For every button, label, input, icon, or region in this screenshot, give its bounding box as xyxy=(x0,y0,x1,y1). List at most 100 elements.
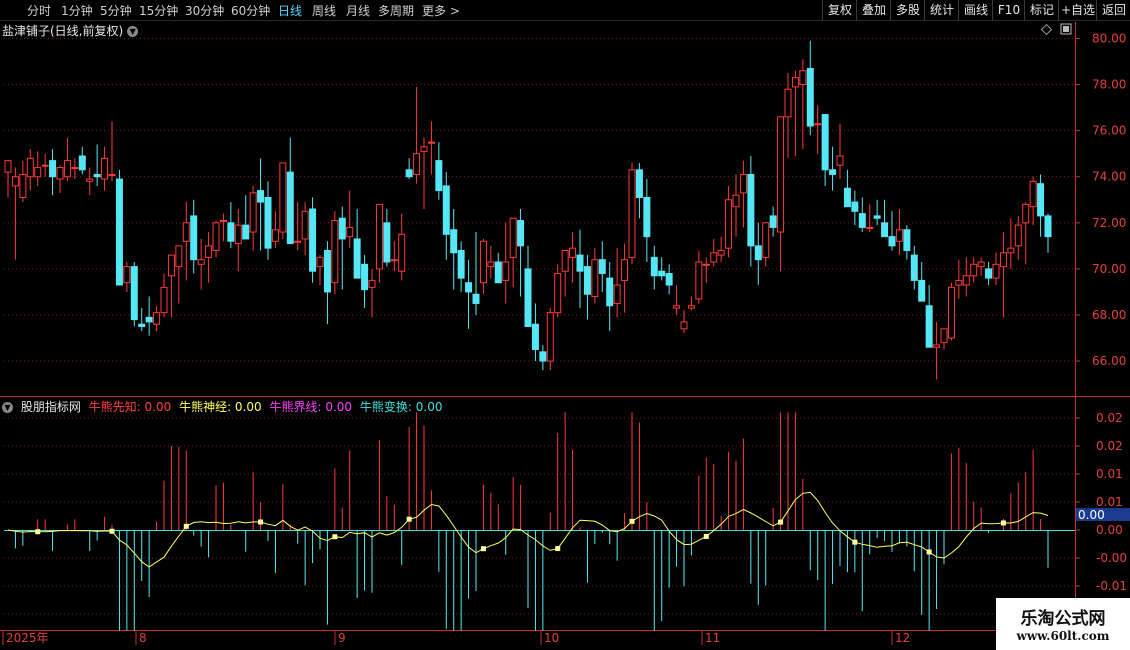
watermark: 乐淘公式网 www.60lt.com xyxy=(996,598,1130,650)
time-axis-label: 9 xyxy=(338,631,346,645)
candle-body xyxy=(910,254,918,281)
price-tick-label: 66.00 xyxy=(1092,354,1126,368)
candle-body xyxy=(41,164,49,167)
candle-body xyxy=(992,263,1000,279)
candle-body xyxy=(710,252,718,263)
indicator-marker xyxy=(926,549,932,555)
indicator-marker xyxy=(778,519,784,525)
candle-body xyxy=(160,286,168,314)
candle-body xyxy=(858,213,866,228)
indicator-marker xyxy=(109,528,115,534)
candle-body xyxy=(219,220,227,223)
price-tick-label: 76.00 xyxy=(1092,124,1126,138)
indicator-marker xyxy=(852,539,858,545)
candle-body xyxy=(1029,180,1037,208)
candle-body xyxy=(791,77,799,88)
candle-body xyxy=(531,323,539,351)
candle-body xyxy=(784,88,792,118)
candle-body xyxy=(390,259,398,262)
candle-body xyxy=(472,293,480,304)
candle-body xyxy=(398,233,406,272)
candle-body xyxy=(182,222,190,242)
candle-body xyxy=(167,254,175,277)
indicator-tick-label: 0.00 xyxy=(1096,523,1123,537)
candle-body xyxy=(19,173,27,198)
indicator-marker xyxy=(35,529,41,535)
candle-body xyxy=(212,222,220,251)
candle-body xyxy=(777,116,785,233)
candle-body xyxy=(806,67,814,127)
candle-body xyxy=(175,245,183,268)
candle-body xyxy=(130,266,138,321)
candle-body xyxy=(242,224,250,240)
candle-body xyxy=(888,236,896,247)
candle-body xyxy=(650,256,658,277)
candle-body xyxy=(197,259,205,265)
candle-body xyxy=(63,160,71,178)
price-tick-label: 78.00 xyxy=(1092,78,1126,92)
candle-body xyxy=(673,305,681,309)
price-tick-label: 74.00 xyxy=(1092,170,1126,184)
candle-body xyxy=(227,222,235,242)
candle-body xyxy=(264,196,272,249)
candle-body xyxy=(687,305,695,309)
candle-body xyxy=(323,249,331,293)
candle-body xyxy=(702,263,710,266)
candle-body xyxy=(873,215,881,219)
candle-body xyxy=(977,261,985,268)
candle-body xyxy=(301,210,309,240)
candle-body xyxy=(93,173,101,178)
candle-body xyxy=(836,155,844,166)
indicator-marker xyxy=(332,534,338,540)
candle-body xyxy=(517,220,525,247)
candle-body xyxy=(643,196,651,238)
candle-body xyxy=(985,268,993,279)
chevron-down-icon[interactable]: ▼ xyxy=(2,402,13,413)
candle-body xyxy=(598,259,606,275)
candle-body xyxy=(457,249,465,279)
candle-body xyxy=(947,286,955,339)
candle-body xyxy=(739,173,747,194)
indicator-tick-label: 0.02 xyxy=(1096,411,1123,425)
candle-body xyxy=(101,157,109,180)
price-tick-label: 80.00 xyxy=(1092,32,1126,46)
candle-body xyxy=(78,155,86,171)
indicator-marker xyxy=(480,546,486,552)
candle-body xyxy=(427,141,435,144)
candle-body xyxy=(814,123,822,126)
candle-body xyxy=(442,185,450,235)
candle-body xyxy=(279,162,287,233)
candle-body xyxy=(628,169,636,258)
current-value-text: 0.00 xyxy=(1078,508,1105,522)
candle-body xyxy=(86,178,94,182)
candle-body xyxy=(1014,224,1022,247)
candle-body xyxy=(621,259,629,281)
candle-body xyxy=(361,263,369,291)
candle-body xyxy=(413,153,421,175)
candle-body xyxy=(918,279,926,302)
candle-body xyxy=(583,266,591,295)
indicator-marker xyxy=(406,516,412,522)
candle-body xyxy=(665,273,673,286)
candle-body xyxy=(502,261,510,281)
indicator-name: 股朋指标网 xyxy=(20,400,81,414)
time-axis-label: 10 xyxy=(544,631,559,645)
candle-body xyxy=(546,312,554,362)
kline-chart[interactable]: 80.0078.0076.0074.0072.0070.0068.0066.00… xyxy=(0,0,1130,650)
indicator-marker xyxy=(1000,520,1006,526)
candle-body xyxy=(539,351,547,362)
candle-body xyxy=(145,316,153,323)
candle-body xyxy=(613,284,621,304)
candle-body xyxy=(294,240,302,243)
candle-body xyxy=(933,344,941,348)
candle-body xyxy=(338,217,346,240)
candle-body xyxy=(747,173,755,247)
candle-body xyxy=(494,261,502,284)
indicator-tick-label: 0.01 xyxy=(1096,495,1123,509)
candle-body xyxy=(717,249,725,256)
indicator-line-bull-prophet: 牛熊先知: 0.00 xyxy=(88,400,172,414)
candle-body xyxy=(123,266,131,284)
candle-body xyxy=(56,167,64,180)
candle-body xyxy=(576,254,584,272)
candle-body xyxy=(383,222,391,263)
